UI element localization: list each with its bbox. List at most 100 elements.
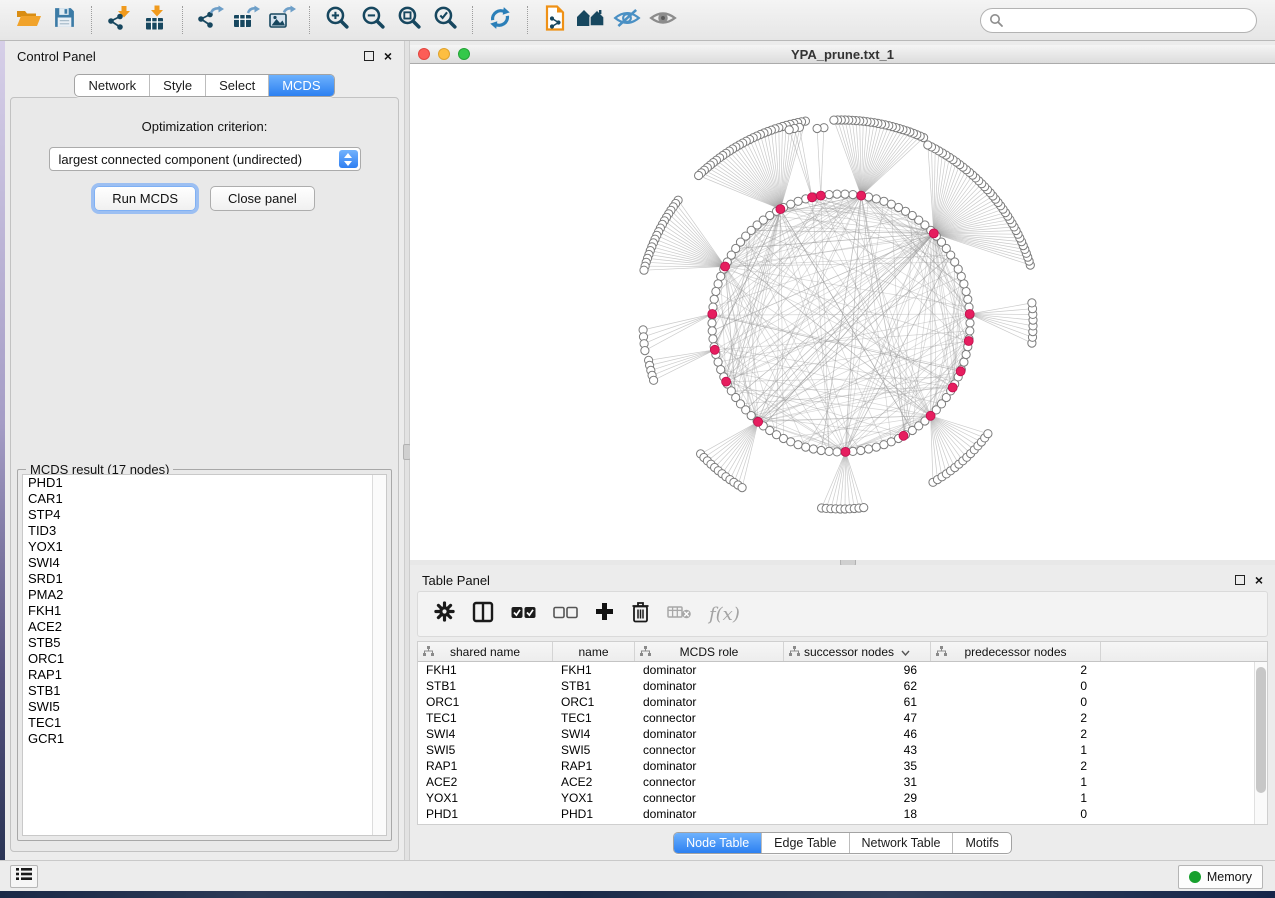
control-panel-tabs-row: NetworkStyleSelectMCDS: [5, 74, 404, 97]
task-history-button[interactable]: [10, 865, 38, 888]
column-header-label: MCDS role: [680, 645, 739, 659]
table-row[interactable]: STB1STB1dominator620: [418, 678, 1254, 694]
delete-table-button[interactable]: [667, 604, 692, 625]
mcds-result-item[interactable]: ACE2: [23, 619, 386, 635]
search-input[interactable]: [980, 8, 1257, 33]
tab-edge-table[interactable]: Edge Table: [761, 833, 848, 853]
table-scrollbar-thumb[interactable]: [1256, 667, 1266, 793]
mcds-result-item[interactable]: TEC1: [23, 715, 386, 731]
network-window-titlebar: YPA_prune.txt_1: [410, 45, 1275, 64]
table-row[interactable]: SWI5SWI5connector431: [418, 742, 1254, 758]
table-cell: 47: [784, 710, 931, 726]
mcds-result-item[interactable]: ORC1: [23, 651, 386, 667]
toolbar-separator: [309, 6, 310, 34]
close-panel-icon[interactable]: ×: [1255, 575, 1263, 585]
export-table-icon: [232, 5, 260, 36]
table-row[interactable]: YOX1YOX1connector291: [418, 790, 1254, 806]
table-cell: 2: [931, 726, 1101, 742]
column-header-successor-nodes[interactable]: successor nodes: [784, 642, 931, 661]
criterion-selected-value: largest connected component (undirected): [50, 152, 303, 167]
zoom-out-icon: [360, 4, 387, 36]
zoom-in-button[interactable]: [319, 3, 355, 37]
open-session-button[interactable]: [10, 3, 46, 37]
mcds-result-item[interactable]: GCR1: [23, 731, 386, 747]
select-all-button[interactable]: [511, 605, 536, 624]
mcds-result-item[interactable]: SWI4: [23, 555, 386, 571]
result-list-scrollbar[interactable]: [372, 475, 386, 835]
tab-network[interactable]: Network: [75, 75, 149, 96]
import-table-from-file-button[interactable]: [137, 3, 173, 37]
zoom-fit-content-button[interactable]: [391, 3, 427, 37]
show-graphics-details-button[interactable]: [645, 3, 681, 37]
refresh-arrows-icon: [487, 5, 513, 36]
float-panel-icon[interactable]: [364, 51, 374, 61]
column-header-predecessor-nodes[interactable]: predecessor nodes: [931, 642, 1101, 661]
table-cell: SWI5: [553, 742, 635, 758]
column-header-MCDS-role[interactable]: MCDS role: [635, 642, 784, 661]
export-network-button[interactable]: [192, 3, 228, 37]
delete-table-icon: [667, 604, 692, 625]
import-network-icon: [106, 5, 133, 36]
mcds-result-item[interactable]: RAP1: [23, 667, 386, 683]
tab-network-table[interactable]: Network Table: [849, 833, 953, 853]
apply-preferred-layout-button[interactable]: [482, 3, 518, 37]
tab-motifs[interactable]: Motifs: [952, 833, 1010, 853]
mcds-result-item[interactable]: STB1: [23, 683, 386, 699]
function-builder-button[interactable]: f(x): [709, 604, 740, 625]
column-header-name[interactable]: name: [553, 642, 635, 661]
show-network-overview-button[interactable]: [573, 3, 609, 37]
show-columns-button[interactable]: [472, 601, 494, 628]
mcds-result-item[interactable]: STB5: [23, 635, 386, 651]
table-row[interactable]: RAP1RAP1dominator352: [418, 758, 1254, 774]
mcds-result-item[interactable]: PHD1: [23, 475, 386, 491]
mcds-result-item[interactable]: FKH1: [23, 603, 386, 619]
export-image-button[interactable]: [264, 3, 300, 37]
mcds-result-item[interactable]: SWI5: [23, 699, 386, 715]
column-header-shared-name[interactable]: shared name: [418, 642, 553, 661]
hide-graphics-details-button[interactable]: [609, 3, 645, 37]
run-mcds-button[interactable]: Run MCDS: [94, 186, 196, 211]
tab-mcds[interactable]: MCDS: [268, 75, 333, 96]
table-cell: SWI5: [418, 742, 553, 758]
import-network-from-file-button[interactable]: [101, 3, 137, 37]
network-graph[interactable]: [410, 64, 1275, 560]
table-row[interactable]: FKH1FKH1dominator962: [418, 662, 1254, 678]
close-panel-icon[interactable]: ×: [384, 51, 392, 61]
table-cell: dominator: [635, 726, 784, 742]
table-tabs: Node TableEdge TableNetwork TableMotifs: [673, 832, 1012, 854]
mcds-result-item[interactable]: STP4: [23, 507, 386, 523]
network-canvas[interactable]: [410, 64, 1275, 560]
memory-button[interactable]: Memory: [1178, 865, 1263, 889]
tab-node-table[interactable]: Node Table: [674, 833, 761, 853]
optimization-criterion-select[interactable]: largest connected component (undirected): [49, 147, 361, 171]
mcds-result-item[interactable]: TID3: [23, 523, 386, 539]
mcds-result-item[interactable]: SRD1: [23, 571, 386, 587]
table-cell: 29: [784, 790, 931, 806]
table-row[interactable]: ORC1ORC1dominator610: [418, 694, 1254, 710]
table-cell: connector: [635, 742, 784, 758]
table-row[interactable]: TEC1TEC1connector472: [418, 710, 1254, 726]
export-table-button[interactable]: [228, 3, 264, 37]
table-row[interactable]: SWI4SWI4dominator462: [418, 726, 1254, 742]
mcds-result-item[interactable]: PMA2: [23, 587, 386, 603]
mcds-result-item[interactable]: CAR1: [23, 491, 386, 507]
mcds-result-item[interactable]: YOX1: [23, 539, 386, 555]
table-row[interactable]: ACE2ACE2connector311: [418, 774, 1254, 790]
table-cell: STB1: [418, 678, 553, 694]
delete-columns-button[interactable]: [631, 601, 650, 628]
create-column-button[interactable]: [595, 602, 614, 626]
deselect-all-button[interactable]: [553, 605, 578, 624]
table-row[interactable]: PHD1PHD1dominator180: [418, 806, 1254, 822]
new-network-from-selection-button[interactable]: [537, 3, 573, 37]
close-panel-button[interactable]: Close panel: [210, 186, 315, 211]
table-scrollbar[interactable]: [1254, 662, 1267, 824]
tab-select[interactable]: Select: [205, 75, 268, 96]
float-panel-icon[interactable]: [1235, 575, 1245, 585]
table-mode-button[interactable]: [434, 601, 455, 627]
zoom-selected-region-button[interactable]: [427, 3, 463, 37]
eye-icon: [649, 7, 677, 34]
tab-style[interactable]: Style: [149, 75, 205, 96]
save-session-button[interactable]: [46, 3, 82, 37]
table-cell: RAP1: [553, 758, 635, 774]
zoom-out-button[interactable]: [355, 3, 391, 37]
